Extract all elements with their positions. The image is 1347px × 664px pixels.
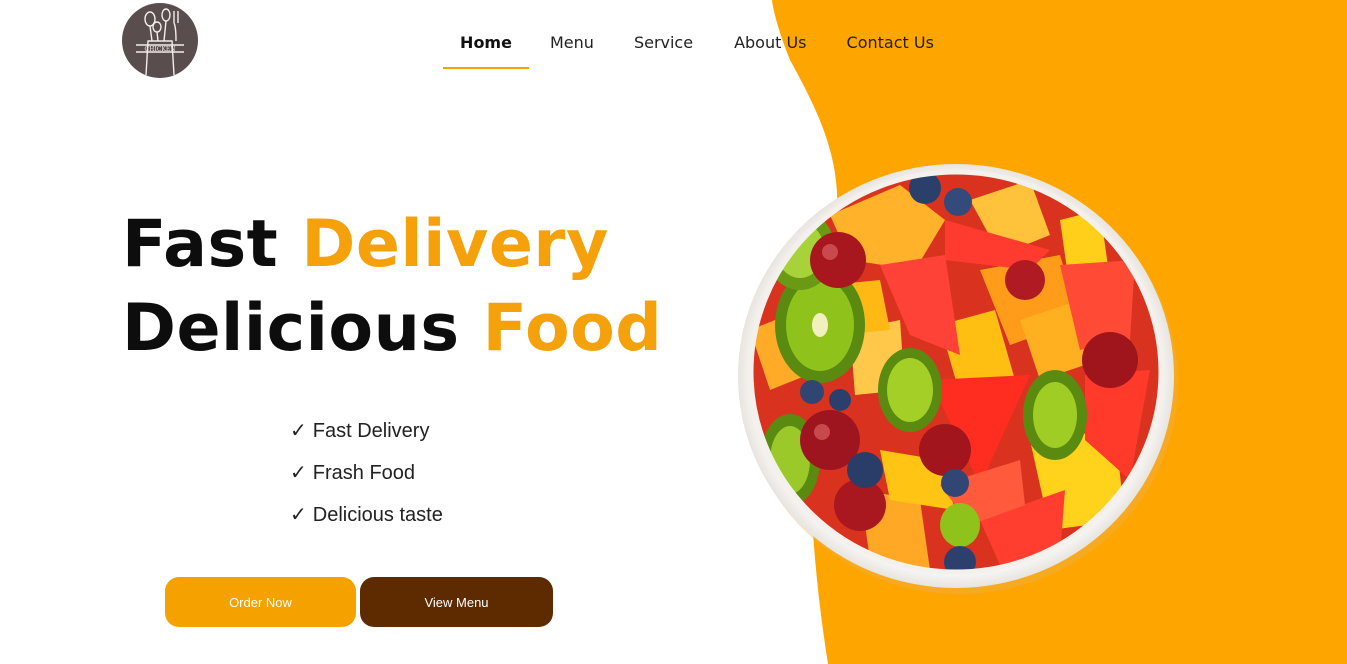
- nav-item-home[interactable]: Home: [443, 0, 529, 70]
- order-now-button[interactable]: Order Now: [165, 577, 356, 627]
- nav-item-menu[interactable]: Menu: [550, 0, 594, 70]
- feature-label: Fast Delivery: [312, 420, 430, 442]
- brand-logo[interactable]: CHICKEN: [122, 3, 198, 78]
- feature-list: ✓ Fast Delivery ✓ Frash Food ✓ Delicious ta…: [290, 417, 443, 543]
- nav-item-service[interactable]: Service: [634, 0, 693, 70]
- feature-item: ✓ Fast Delivery: [290, 417, 443, 459]
- hero-line-1: Fast Delivery: [122, 203, 662, 287]
- feature-item: ✓ Delicious taste: [290, 501, 443, 543]
- view-menu-button[interactable]: View Menu: [360, 577, 553, 627]
- feature-label: Delicious taste: [312, 504, 443, 526]
- check-icon: ✓: [290, 504, 307, 526]
- check-icon: ✓: [290, 420, 307, 442]
- check-icon: ✓: [290, 462, 307, 484]
- hero-word-food: Food: [482, 291, 663, 366]
- svg-text:CHICKEN: CHICKEN: [145, 46, 176, 53]
- hero-headline: Fast Delivery Delicious Food: [122, 203, 662, 371]
- feature-item: ✓ Frash Food: [290, 459, 443, 501]
- main-navigation: Home Menu Service About Us Contact Us: [443, 0, 934, 70]
- feature-label: Frash Food: [312, 462, 416, 484]
- nav-item-about-us[interactable]: About Us: [734, 0, 806, 70]
- fruit-salad-bowl-image: [730, 160, 1178, 596]
- hero-word-fast: Fast: [122, 207, 279, 282]
- nav-item-contact-us[interactable]: Contact Us: [847, 0, 934, 70]
- hero-line-2: Delicious Food: [122, 287, 662, 371]
- hero-word-delicious: Delicious: [122, 291, 460, 366]
- hero-word-delivery: Delivery: [301, 207, 609, 282]
